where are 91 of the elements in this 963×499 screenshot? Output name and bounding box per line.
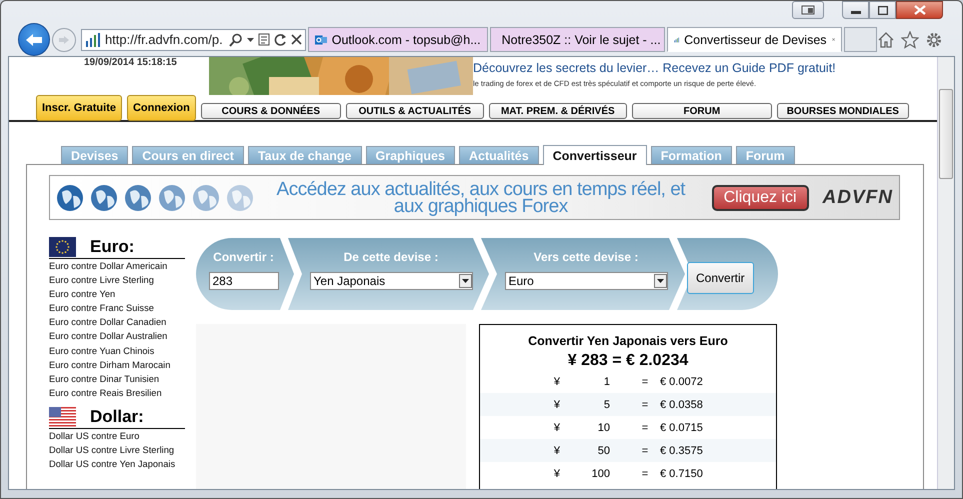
- nav-button[interactable]: FORUM: [632, 103, 772, 119]
- currency-link[interactable]: Euro contre Dinar Tunisien: [49, 372, 185, 386]
- table-cell-text: € 0.0358: [660, 398, 704, 410]
- section-heading: Dollar:: [90, 406, 144, 427]
- table-cell-text: € 0.0715: [660, 422, 704, 434]
- caret-icon[interactable]: [246, 38, 254, 42]
- globe-icon: [90, 184, 118, 212]
- globe-icon: [158, 184, 186, 212]
- table-cell-text: € 0.3575: [660, 444, 704, 456]
- currency-link[interactable]: Euro contre Livre Sterling: [49, 273, 185, 288]
- table-cell-text: =: [640, 398, 650, 410]
- table-cell-text: ¥: [552, 444, 560, 456]
- currency-link[interactable]: Euro contre Dirham Marocain: [49, 358, 185, 372]
- table-cell-text: ¥: [552, 422, 560, 434]
- us-flag-icon: [49, 406, 76, 427]
- refresh-icon[interactable]: [274, 33, 287, 46]
- currency-link[interactable]: Dollar US contre Euro: [49, 428, 185, 444]
- table-cell-text: ¥: [552, 468, 560, 480]
- back-button[interactable]: [18, 23, 50, 56]
- eu-flag-icon: [49, 237, 76, 257]
- logo: ADVFN: [822, 186, 893, 208]
- close-icon[interactable]: [290, 34, 302, 45]
- browser-tab[interactable]: Convertisseur de Devises: [666, 27, 842, 52]
- caret-icon: [462, 279, 468, 283]
- settings-icon[interactable]: [925, 30, 943, 48]
- table-cell-text: =: [640, 468, 650, 480]
- result-title: Convertir Yen Japonais vers Euro: [527, 334, 729, 348]
- maximize-icon: [878, 6, 888, 14]
- ad-link[interactable]: Découvrez les secrets du levier… Recevez un Guide PDF gratuit!: [473, 61, 853, 75]
- nav-button[interactable]: BOURSES MONDIALES: [776, 103, 909, 119]
- caret-icon: [656, 279, 664, 283]
- home-icon[interactable]: [877, 30, 895, 48]
- currency-link[interactable]: Euro contre Reais Bresilien: [49, 386, 185, 400]
- address-field[interactable]: http://fr.advfn.com/p.: [80, 28, 306, 50]
- table-cell-text: € 0.7150: [660, 468, 704, 480]
- currency-link[interactable]: Euro contre Yen: [49, 287, 185, 302]
- nav-button[interactable]: MAT. PREM. & DÉRIVÉS: [488, 103, 627, 119]
- currency-dropdown[interactable]: Euro: [504, 272, 668, 290]
- table-cell-text: =: [640, 376, 650, 388]
- globe-icon: [192, 184, 220, 212]
- table-cell-text: € 0.0072: [660, 376, 704, 388]
- currency-dropdown[interactable]: Yen Japonais: [310, 272, 472, 290]
- currency-link[interactable]: Euro contre Dollar Canadien: [49, 315, 185, 330]
- currency-link[interactable]: Euro contre Franc Suisse: [49, 301, 185, 316]
- currency-link[interactable]: Dollar US contre Livre Sterling: [49, 443, 179, 458]
- currency-link[interactable]: Euro contre Dollar Australien: [49, 329, 185, 344]
- close-icon: [914, 5, 926, 15]
- account-button[interactable]: Connexion: [126, 95, 196, 121]
- table-cell-text: ¥: [552, 398, 560, 410]
- scrollbar[interactable]: [937, 57, 954, 489]
- back-arrow-icon: [25, 32, 44, 46]
- field-label: Vers cette devise :: [534, 250, 638, 264]
- table-cell-text: 10: [596, 422, 610, 434]
- table-cell-text: 5: [602, 398, 610, 410]
- table-cell-text: ¥: [552, 376, 560, 388]
- currency-link[interactable]: Euro contre Yuan Chinois: [49, 344, 185, 358]
- nav-button[interactable]: COURS & DONNÉES: [200, 103, 341, 119]
- table-cell-text: 100: [590, 468, 610, 480]
- account-button[interactable]: Inscr. Gratuite: [36, 95, 122, 121]
- table-cell-text: =: [640, 444, 650, 456]
- cta-button[interactable]: Cliquez ici: [712, 184, 809, 210]
- browser-tab[interactable]: Outlook.com - topsub@h...: [308, 27, 488, 52]
- close-button[interactable]: [896, 1, 943, 19]
- result-summary: ¥ 283 = € 2.0234: [566, 352, 690, 370]
- amount-field[interactable]: 283: [208, 272, 278, 290]
- tab-view-button[interactable]: [792, 1, 824, 19]
- tab[interactable]: Convertisseur: [542, 145, 647, 165]
- globe-icon: [124, 184, 152, 212]
- search-icon[interactable]: [228, 32, 243, 46]
- forward-arrow-icon: [58, 34, 70, 44]
- field-label: Convertir :: [213, 250, 274, 264]
- table-cell-text: 1: [602, 376, 610, 388]
- convert-button[interactable]: Convertir: [687, 262, 754, 294]
- star-icon[interactable]: [901, 30, 919, 48]
- field-label: De cette devise :: [344, 250, 438, 264]
- minimize-button[interactable]: [842, 1, 869, 19]
- currency-link[interactable]: Euro contre Dollar Americain: [49, 259, 185, 274]
- browser-tab[interactable]: Notre350Z :: Voir le sujet - ...: [490, 27, 665, 52]
- table-cell-text: =: [640, 422, 650, 434]
- tab-view-icon: [801, 5, 815, 15]
- nav-button[interactable]: OUTILS & ACTUALITÉS: [346, 103, 484, 119]
- signal-bars-icon: [84, 32, 101, 48]
- page-icon[interactable]: [258, 33, 270, 46]
- globe-icon: [226, 184, 254, 212]
- section-heading: Euro:: [90, 237, 134, 257]
- banner-headline: Accédez aux actualités, aux cours en temps réel, et aux graphiques Forex: [276, 180, 686, 214]
- globe-icon: [56, 184, 84, 212]
- maximize-button[interactable]: [869, 1, 896, 19]
- table-cell-text: 50: [596, 444, 610, 456]
- currency-link[interactable]: Dollar US contre Yen Japonais: [49, 457, 185, 472]
- date-time: 19/09/2014 15:18:15: [83, 57, 178, 70]
